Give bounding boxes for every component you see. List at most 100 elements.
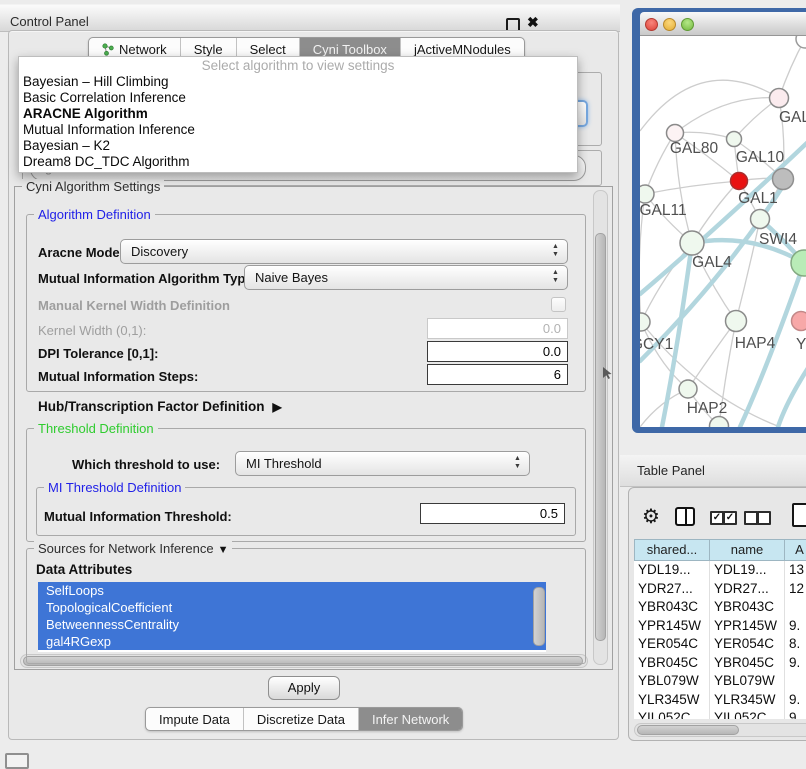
- hub-definition-toggle[interactable]: Hub/Transcription Factor Definition▶: [38, 399, 282, 414]
- table-cell[interactable]: YDL19...: [634, 561, 710, 580]
- select-all-check-icon[interactable]: ✓: [723, 511, 737, 525]
- settings-vscroll-thumb[interactable]: [595, 233, 606, 641]
- table-cell[interactable]: YBR045C: [634, 654, 710, 673]
- table-row[interactable]: YBR043CYBR043C: [634, 598, 806, 617]
- table-row[interactable]: YPR145WYPR145W9.: [634, 617, 806, 636]
- table-cell[interactable]: [785, 672, 806, 691]
- table-cell[interactable]: YBL079W: [634, 672, 710, 691]
- tab-infer-network[interactable]: Infer Network: [358, 708, 462, 730]
- network-node[interactable]: [667, 125, 684, 142]
- table-cell[interactable]: [785, 598, 806, 617]
- table-cell[interactable]: 13: [785, 561, 806, 580]
- which-threshold-combo[interactable]: MI Threshold ▲▼: [235, 451, 530, 476]
- table-cell[interactable]: YIL052C: [634, 709, 710, 719]
- network-node[interactable]: [727, 132, 742, 147]
- network-node[interactable]: [710, 417, 729, 428]
- table-cell[interactable]: YBL079W: [710, 672, 785, 691]
- table-cell[interactable]: YDR27...: [710, 580, 785, 599]
- network-node[interactable]: [792, 312, 806, 331]
- table-row[interactable]: YBL079WYBL079W: [634, 672, 806, 691]
- table-cell[interactable]: YLR345W: [710, 691, 785, 710]
- manual-kernel-checkbox[interactable]: [551, 297, 566, 312]
- table-row[interactable]: YIL052CYIL052C9.: [634, 709, 806, 719]
- data-attribute-item[interactable]: gal4RGexp: [38, 633, 546, 650]
- network-edge[interactable]: [640, 80, 779, 131]
- dropdown-item[interactable]: Basic Correlation Inference: [19, 90, 577, 106]
- table-row[interactable]: YDL19...YDL19...13: [634, 561, 806, 580]
- export-table-icon[interactable]: [792, 503, 806, 527]
- network-node[interactable]: [731, 173, 748, 190]
- gear-icon[interactable]: ⚙: [642, 504, 660, 529]
- network-edge[interactable]: [688, 321, 736, 389]
- window-close-traffic-light[interactable]: [645, 18, 658, 31]
- dropdown-item[interactable]: Bayesian – K2: [19, 138, 577, 154]
- table-cell[interactable]: YDR27...: [634, 580, 710, 599]
- table-cell[interactable]: YBR045C: [710, 654, 785, 673]
- network-node[interactable]: [773, 169, 794, 190]
- table-cell[interactable]: 8.: [785, 635, 806, 654]
- table-cell[interactable]: YPR145W: [710, 617, 785, 636]
- network-node[interactable]: [796, 36, 806, 48]
- window-minimize-traffic-light[interactable]: [663, 18, 676, 31]
- select-all-check-icon[interactable]: ✓: [710, 511, 724, 525]
- table-cell[interactable]: YBR043C: [634, 598, 710, 617]
- table-row[interactable]: YDR27...YDR27...12: [634, 580, 806, 599]
- dropdown-item[interactable]: Bayesian – Hill Climbing: [19, 74, 577, 90]
- network-node[interactable]: [751, 210, 770, 229]
- table-cell[interactable]: YBR043C: [710, 598, 785, 617]
- deselect-all-icon[interactable]: [744, 511, 758, 525]
- mi-threshold-field[interactable]: 0.5: [420, 503, 565, 524]
- splitter-cursor-icon[interactable]: [603, 367, 613, 380]
- network-node[interactable]: [680, 231, 704, 255]
- network-node[interactable]: [726, 311, 747, 332]
- tab-impute-data[interactable]: Impute Data: [146, 708, 243, 730]
- network-edge[interactable]: [675, 98, 779, 133]
- network-node[interactable]: [770, 89, 789, 108]
- dropdown-item[interactable]: Mutual Information Inference: [19, 122, 577, 138]
- network-node[interactable]: [640, 185, 654, 203]
- network-node[interactable]: [679, 380, 697, 398]
- dropdown-prompt[interactable]: Select algorithm to view settings: [19, 58, 577, 74]
- table-column-header[interactable]: shared...: [634, 539, 710, 561]
- mi-type-combo[interactable]: Naive Bayes ▲▼: [244, 265, 568, 290]
- table-cell[interactable]: YER054C: [710, 635, 785, 654]
- table-cell[interactable]: YLR345W: [634, 691, 710, 710]
- table-cell[interactable]: YPR145W: [634, 617, 710, 636]
- data-attribute-item[interactable]: SelfLoops: [38, 582, 546, 599]
- table-cell[interactable]: 9.: [785, 617, 806, 636]
- network-edge[interactable]: [645, 181, 739, 194]
- table-cell[interactable]: YIL052C: [710, 709, 785, 719]
- table-cell[interactable]: 9.: [785, 709, 806, 719]
- window-zoom-traffic-light[interactable]: [681, 18, 694, 31]
- kernel-width-field[interactable]: 0.0: [427, 318, 568, 339]
- dropdown-item[interactable]: ARACNE Algorithm: [19, 106, 577, 122]
- tab-discretize-data[interactable]: Discretize Data: [243, 708, 358, 730]
- network-canvas[interactable]: GALGAL80GAL10GAL1GAL11SWI4GAL4GCY1HAP4YH…: [640, 36, 806, 427]
- settings-vertical-scrollbar[interactable]: [593, 190, 608, 665]
- table-column-header[interactable]: A: [785, 539, 806, 561]
- table-cell[interactable]: YER054C: [634, 635, 710, 654]
- table-cell[interactable]: YDL19...: [710, 561, 785, 580]
- split-columns-icon[interactable]: [675, 507, 695, 526]
- table-row[interactable]: YLR345WYLR345W9.: [634, 691, 806, 710]
- attributes-list-scroll-thumb[interactable]: [533, 587, 545, 646]
- aracne-mode-combo[interactable]: Discovery ▲▼: [120, 239, 568, 264]
- apply-button[interactable]: Apply: [268, 676, 340, 700]
- table-hscroll-thumb[interactable]: [637, 725, 739, 735]
- network-node[interactable]: [640, 313, 650, 331]
- data-attribute-item[interactable]: BetweennessCentrality: [38, 616, 546, 633]
- table-row[interactable]: YER054CYER054C8.: [634, 635, 806, 654]
- dpi-tolerance-field[interactable]: 0.0: [427, 341, 568, 362]
- mi-steps-field[interactable]: 6: [427, 364, 568, 385]
- deselect-all-icon[interactable]: [757, 511, 771, 525]
- table-row[interactable]: YBR045CYBR045C9.: [634, 654, 806, 673]
- dropdown-item[interactable]: Dream8 DC_TDC Algorithm: [19, 154, 577, 170]
- close-icon[interactable]: ✖: [527, 14, 539, 31]
- table-cell[interactable]: 9.: [785, 691, 806, 710]
- table-horizontal-scrollbar[interactable]: [634, 723, 806, 737]
- table-cell[interactable]: 12: [785, 580, 806, 599]
- data-attribute-item[interactable]: TopologicalCoefficient: [38, 599, 546, 616]
- table-cell[interactable]: 9.: [785, 654, 806, 673]
- table-column-header[interactable]: name: [710, 539, 785, 561]
- sources-legend-toggle[interactable]: Sources for Network Inference▼: [34, 541, 232, 556]
